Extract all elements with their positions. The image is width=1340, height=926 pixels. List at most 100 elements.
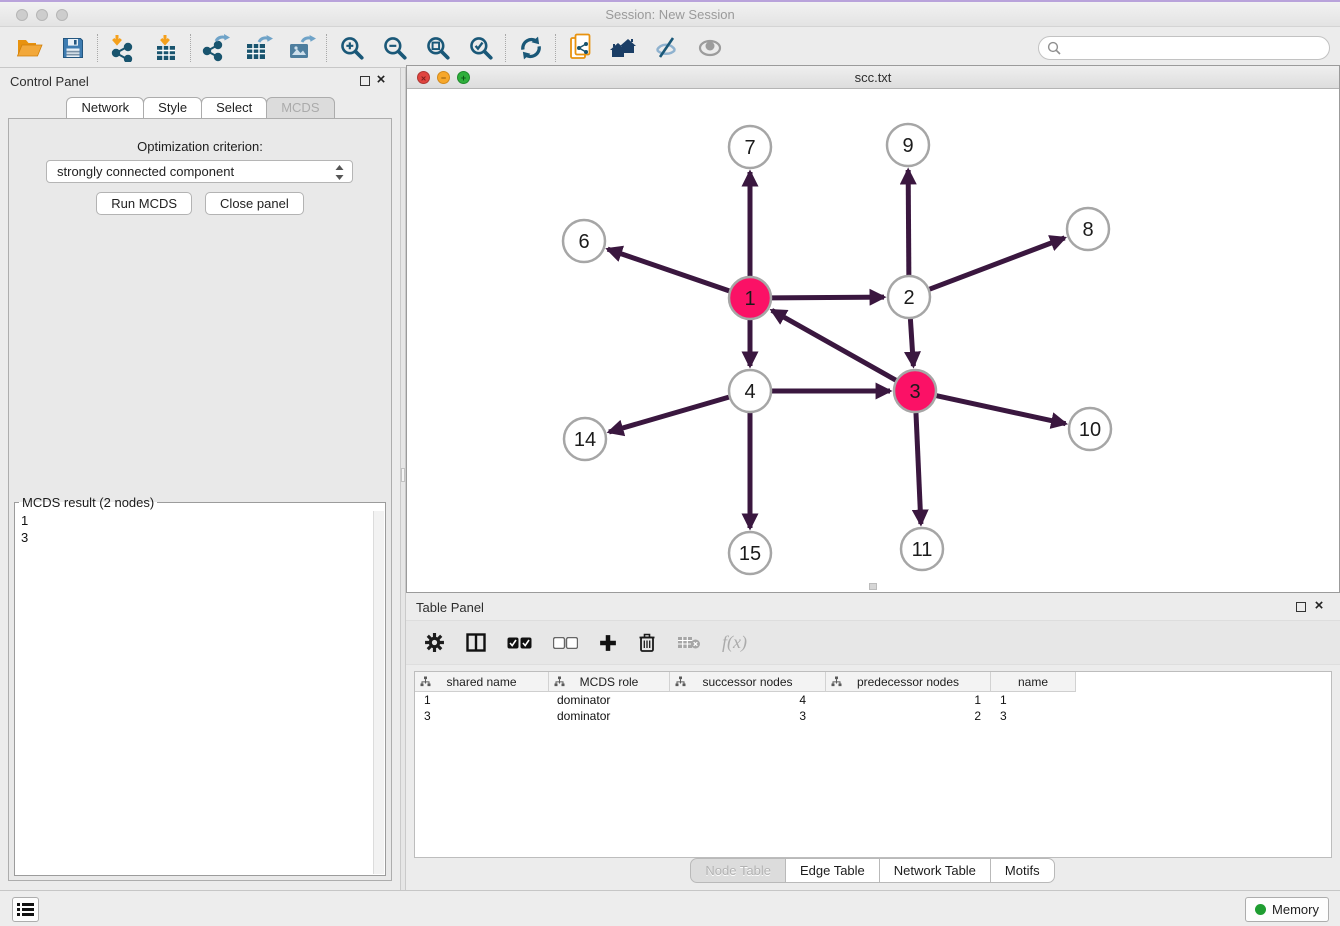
zoom-in-button[interactable] (330, 31, 373, 65)
graph-edge-3-1[interactable] (772, 310, 896, 380)
column-header-successor-nodes[interactable]: successor nodes (670, 672, 826, 692)
show-graphics-details-button[interactable] (688, 31, 731, 65)
graph-edge-2-8[interactable] (930, 238, 1065, 289)
delete-table-icon (677, 635, 701, 650)
result-scrollbar[interactable] (373, 511, 384, 874)
graph-node-9[interactable]: 9 (887, 124, 929, 166)
column-header-mcds-role[interactable]: MCDS role (549, 672, 670, 692)
graph-node-15[interactable]: 15 (729, 532, 771, 574)
open-folder-icon (16, 36, 43, 60)
graph-node-1[interactable]: 1 (729, 277, 771, 319)
graph-node-4[interactable]: 4 (729, 370, 771, 412)
plus-icon (599, 634, 617, 652)
graph-node-label: 2 (903, 287, 914, 309)
import-network-button[interactable] (101, 31, 144, 65)
graph-node-3[interactable]: 3 (894, 370, 936, 412)
graph-node-8[interactable]: 8 (1067, 208, 1109, 250)
export-image-button[interactable] (280, 31, 323, 65)
memory-button[interactable]: Memory (1245, 897, 1329, 922)
task-history-button[interactable] (12, 897, 39, 922)
graph-node-2[interactable]: 2 (888, 276, 930, 318)
import-table-button[interactable] (144, 31, 187, 65)
tab-mcds[interactable]: MCDS (266, 97, 334, 119)
hide-panels-button[interactable] (645, 31, 688, 65)
tab-network[interactable]: Network (66, 97, 144, 119)
duplicate-network-button[interactable] (559, 31, 602, 65)
column-header-shared-name[interactable]: shared name (415, 672, 549, 692)
column-header-predecessor-nodes[interactable]: predecessor nodes (826, 672, 991, 692)
optimization-criterion-select[interactable]: strongly connected component (46, 160, 353, 183)
canvas-resize-grip[interactable] (869, 583, 877, 590)
graph-node-7[interactable]: 7 (729, 126, 771, 168)
mcds-result-title: MCDS result (2 nodes) (19, 495, 157, 510)
zoom-fit-button[interactable] (416, 31, 459, 65)
eye-icon (697, 36, 723, 60)
dropdown-selected-value: strongly connected component (57, 164, 234, 179)
tab-motifs[interactable]: Motifs (990, 858, 1055, 883)
unselect-all-columns-button[interactable] (553, 631, 578, 655)
window-title: Session: New Session (0, 7, 1340, 22)
graph-edge-1-6[interactable] (608, 249, 730, 291)
zoom-selected-button[interactable] (459, 31, 502, 65)
table-float-button[interactable] (1296, 602, 1306, 612)
table-settings-button[interactable] (424, 631, 445, 655)
graph-node-10[interactable]: 10 (1069, 408, 1111, 450)
toolbar-separator (555, 34, 556, 62)
table-cell[interactable]: dominator (549, 708, 670, 724)
tab-select[interactable]: Select (201, 97, 267, 119)
function-builder-button[interactable]: f(x) (722, 631, 747, 655)
graph-edge-3-10[interactable] (936, 396, 1065, 424)
home-icon (610, 36, 638, 60)
close-panel-button-mcds[interactable]: Close panel (205, 192, 304, 215)
tab-edge-table[interactable]: Edge Table (785, 858, 880, 883)
column-header-name[interactable]: name (991, 672, 1076, 692)
tab-node-table[interactable]: Node Table (690, 858, 786, 883)
zoom-out-button[interactable] (373, 31, 416, 65)
apply-layout-button[interactable] (509, 31, 552, 65)
open-session-button[interactable] (8, 31, 51, 65)
float-panel-button[interactable] (360, 76, 370, 86)
table-panel-title: Table Panel (416, 600, 484, 615)
graph-edge-3-11[interactable] (916, 413, 921, 524)
graph-node-14[interactable]: 14 (564, 418, 606, 460)
graph-edge-2-3[interactable] (910, 319, 913, 366)
table-close-button[interactable] (1312, 598, 1326, 614)
graph-node-label: 4 (744, 381, 755, 403)
graph-edge-2-9[interactable] (908, 170, 909, 275)
export-table-button[interactable] (237, 31, 280, 65)
table-cell[interactable]: 1 (826, 692, 991, 708)
network-canvas[interactable]: 1 2 3 4 6 7 8 9 10 11 14 15 (407, 89, 1339, 592)
tab-network-table[interactable]: Network Table (879, 858, 991, 883)
zoom-out-icon (382, 35, 408, 61)
table-row[interactable]: 3dominator323 (415, 708, 1331, 724)
show-all-networks-button[interactable] (602, 31, 645, 65)
graph-edge-1-2[interactable] (772, 297, 884, 298)
search-box (1038, 36, 1330, 60)
table-cell[interactable]: 4 (670, 692, 826, 708)
table-cell[interactable]: 3 (670, 708, 826, 724)
run-mcds-button[interactable]: Run MCDS (96, 192, 192, 215)
export-network-button[interactable] (194, 31, 237, 65)
close-panel-button[interactable] (374, 72, 388, 88)
select-all-columns-button[interactable] (507, 631, 532, 655)
graph-node-11[interactable]: 11 (901, 528, 943, 570)
table-cell[interactable]: 3 (991, 708, 1076, 724)
show-column-button[interactable] (466, 631, 486, 655)
delete-column-button[interactable] (638, 631, 656, 655)
graph-edge-4-14[interactable] (609, 397, 729, 432)
graph-node-label: 6 (578, 231, 589, 253)
save-session-button[interactable] (51, 31, 94, 65)
splitter-grip[interactable] (401, 468, 405, 482)
create-column-button[interactable] (599, 631, 617, 655)
graph-node-6[interactable]: 6 (563, 220, 605, 262)
delete-table-button[interactable] (677, 631, 701, 655)
table-cell[interactable]: 1 (991, 692, 1076, 708)
refresh-icon (518, 35, 544, 61)
tab-style[interactable]: Style (143, 97, 202, 119)
table-row[interactable]: 1dominator411 (415, 692, 1331, 708)
search-input[interactable] (1066, 39, 1329, 57)
table-cell[interactable]: dominator (549, 692, 670, 708)
table-cell[interactable]: 1 (415, 692, 549, 708)
table-cell[interactable]: 3 (415, 708, 549, 724)
table-cell[interactable]: 2 (826, 708, 991, 724)
